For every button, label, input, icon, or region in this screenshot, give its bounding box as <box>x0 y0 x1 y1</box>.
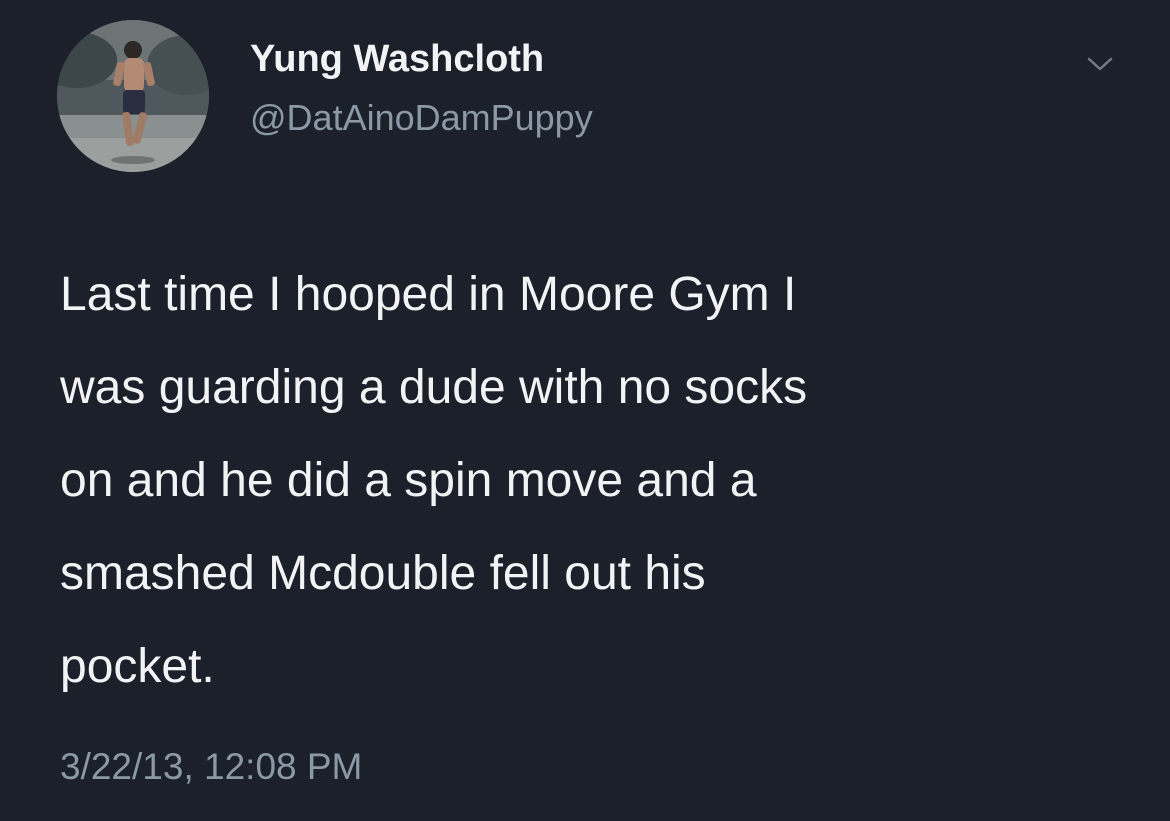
author-display-name[interactable]: Yung Washcloth <box>250 38 544 81</box>
avatar-photo <box>57 20 209 172</box>
tweet-text-line: Last time I hooped in Moore Gym I <box>60 268 797 321</box>
tweet-text-line: on and he did a spin move and a <box>60 454 757 507</box>
tweet-timestamp[interactable]: 3/22/13, 12:08 PM <box>60 746 362 788</box>
author-handle[interactable]: @DatAinoDamPuppy <box>250 97 593 139</box>
tweet-text-line: smashed Mcdouble fell out his <box>60 547 706 600</box>
tweet: Yung Washcloth @DatAinoDamPuppy Last tim… <box>0 0 1170 821</box>
tweet-text-line: was guarding a dude with no socks <box>60 361 808 414</box>
tweet-text: Last time I hooped in Moore Gym I was gu… <box>60 248 1120 713</box>
tweet-text-line: pocket. <box>60 640 215 693</box>
avatar[interactable] <box>57 20 209 172</box>
chevron-down-icon[interactable] <box>1084 52 1116 76</box>
